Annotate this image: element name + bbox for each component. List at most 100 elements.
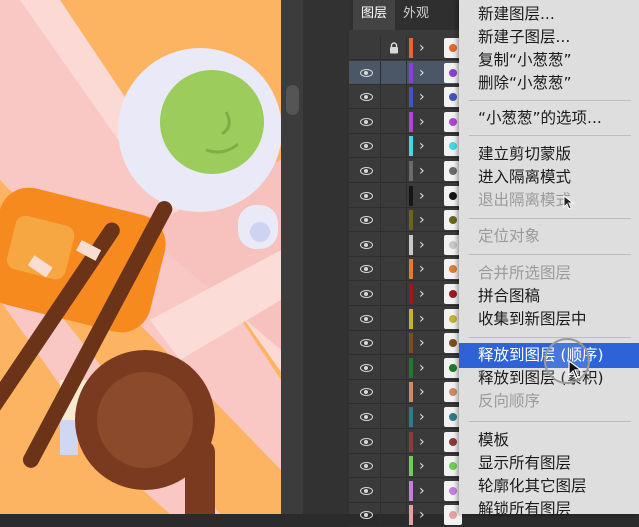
lock-toggle[interactable] [381, 405, 407, 429]
tab-layers[interactable]: 图层 [353, 0, 396, 30]
lock-toggle[interactable] [381, 356, 407, 380]
scrollbar-handle[interactable] [286, 85, 299, 115]
menu-item[interactable]: 模板 [459, 429, 639, 452]
menu-item[interactable]: 复制“小葱葱” [459, 49, 639, 72]
visibility-toggle[interactable] [355, 61, 381, 85]
lock-toggle[interactable] [381, 454, 407, 478]
tab-appearance[interactable]: 外观 [395, 0, 437, 30]
lock-toggle[interactable] [381, 36, 407, 60]
layer-row[interactable]: › [349, 208, 462, 232]
visibility-toggle[interactable] [355, 503, 381, 527]
layer-row[interactable]: › [349, 233, 462, 257]
layer-color-swatch [409, 112, 413, 132]
menu-item[interactable]: 收集到新图层中 [459, 308, 639, 331]
chevron-right-icon[interactable]: › [419, 260, 431, 278]
visibility-toggle[interactable] [355, 454, 381, 478]
layer-row[interactable]: › [349, 257, 462, 281]
menu-item[interactable]: 建立剪切蒙版 [459, 143, 639, 166]
lock-toggle[interactable] [381, 430, 407, 454]
chevron-right-icon[interactable]: › [419, 433, 431, 451]
chevron-right-icon[interactable]: › [419, 187, 431, 205]
lock-toggle[interactable] [381, 380, 407, 404]
visibility-toggle[interactable] [355, 134, 381, 158]
visibility-toggle[interactable] [355, 356, 381, 380]
menu-item[interactable]: 解锁所有图层 [459, 498, 639, 521]
visibility-toggle[interactable] [355, 282, 381, 306]
layer-row[interactable]: › [349, 331, 462, 355]
visibility-toggle[interactable] [355, 36, 381, 60]
visibility-toggle[interactable] [355, 233, 381, 257]
chevron-right-icon[interactable]: › [419, 457, 431, 475]
layer-row[interactable]: › [349, 307, 462, 331]
lock-toggle[interactable] [381, 85, 407, 109]
lock-toggle[interactable] [381, 503, 407, 527]
chevron-right-icon[interactable]: › [419, 236, 431, 254]
layer-row[interactable]: › [349, 503, 462, 527]
menu-item[interactable]: 新建子图层... [459, 26, 639, 49]
layer-row[interactable]: › [349, 134, 462, 158]
visibility-toggle[interactable] [355, 380, 381, 404]
chevron-right-icon[interactable]: › [419, 64, 431, 82]
chevron-right-icon[interactable]: › [419, 211, 431, 229]
lock-toggle[interactable] [381, 331, 407, 355]
chevron-right-icon[interactable]: › [419, 39, 431, 57]
visibility-toggle[interactable] [355, 110, 381, 134]
visibility-toggle[interactable] [355, 159, 381, 183]
layer-row[interactable]: › [349, 356, 462, 380]
lock-toggle[interactable] [381, 479, 407, 503]
chevron-right-icon[interactable]: › [419, 88, 431, 106]
layer-row[interactable]: › [349, 479, 462, 503]
visibility-toggle[interactable] [355, 331, 381, 355]
visibility-toggle[interactable] [355, 85, 381, 109]
layer-row[interactable]: › [349, 282, 462, 306]
chevron-right-icon[interactable]: › [419, 285, 431, 303]
visibility-toggle[interactable] [355, 479, 381, 503]
lock-toggle[interactable] [381, 134, 407, 158]
artboard-canvas[interactable] [0, 0, 281, 514]
lock-toggle[interactable] [381, 159, 407, 183]
layer-row[interactable]: › [349, 380, 462, 404]
layer-row[interactable]: › [349, 110, 462, 134]
chevron-right-icon[interactable]: › [419, 113, 431, 131]
menu-item[interactable]: 进入隔离模式 [459, 166, 639, 189]
lock-toggle[interactable] [381, 110, 407, 134]
menu-item[interactable]: 新建图层... [459, 3, 639, 26]
menu-item[interactable]: 显示所有图层 [459, 452, 639, 475]
chevron-right-icon[interactable]: › [419, 137, 431, 155]
chevron-right-icon[interactable]: › [419, 506, 431, 524]
menu-item[interactable]: “小葱葱”的选项... [459, 107, 639, 130]
layer-row[interactable]: › [349, 405, 462, 429]
canvas-scrollbar[interactable] [281, 0, 303, 514]
layer-row[interactable]: › [349, 159, 462, 183]
layer-row[interactable]: › [349, 85, 462, 109]
layer-color-swatch [409, 407, 413, 427]
visibility-toggle[interactable] [355, 184, 381, 208]
lock-toggle[interactable] [381, 184, 407, 208]
lock-toggle[interactable] [381, 307, 407, 331]
layer-row[interactable]: › [349, 61, 462, 85]
visibility-toggle[interactable] [355, 430, 381, 454]
layer-row[interactable]: › [349, 430, 462, 454]
chevron-right-icon[interactable]: › [419, 162, 431, 180]
lock-toggle[interactable] [381, 61, 407, 85]
lock-toggle[interactable] [381, 233, 407, 257]
chevron-right-icon[interactable]: › [419, 310, 431, 328]
lock-toggle[interactable] [381, 257, 407, 281]
chevron-right-icon[interactable]: › [419, 334, 431, 352]
menu-item[interactable]: 拼合图稿 [459, 285, 639, 308]
menu-item[interactable]: 轮廓化其它图层 [459, 475, 639, 498]
layer-row[interactable]: › [349, 454, 462, 478]
chevron-right-icon[interactable]: › [419, 482, 431, 500]
chevron-right-icon[interactable]: › [419, 383, 431, 401]
visibility-toggle[interactable] [355, 208, 381, 232]
layer-row[interactable]: › [349, 184, 462, 208]
chevron-right-icon[interactable]: › [419, 408, 431, 426]
chevron-right-icon[interactable]: › [419, 359, 431, 377]
visibility-toggle[interactable] [355, 405, 381, 429]
layer-row[interactable]: › [349, 36, 462, 60]
visibility-toggle[interactable] [355, 257, 381, 281]
lock-toggle[interactable] [381, 208, 407, 232]
menu-item[interactable]: 删除“小葱葱” [459, 72, 639, 95]
lock-toggle[interactable] [381, 282, 407, 306]
visibility-toggle[interactable] [355, 307, 381, 331]
